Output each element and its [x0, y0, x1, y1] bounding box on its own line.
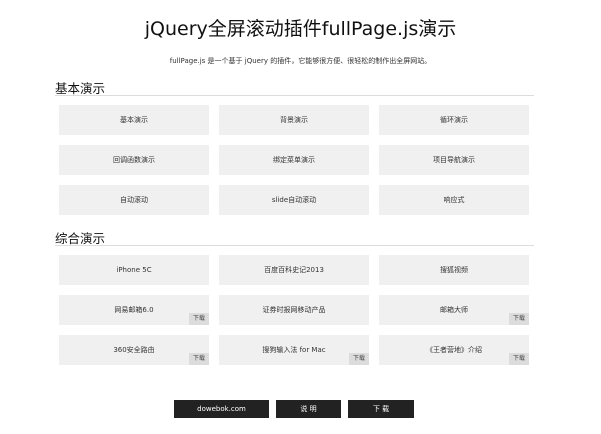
download-tag[interactable]: 下载 — [189, 353, 209, 365]
demo-link-label: 邮箱大师 — [440, 306, 468, 314]
help-button[interactable]: 说 明 — [276, 400, 341, 418]
demo-link-sogou-mac[interactable]: 搜狗输入法 for Mac 下载 — [219, 335, 369, 365]
demo-link-iphone5c[interactable]: iPhone 5C — [59, 255, 209, 285]
page-subtitle: fullPage.js 是一个基于 jQuery 的插件，它能够很方便、很轻松的… — [169, 57, 432, 65]
demo-link-netease-mail[interactable]: 网易邮箱6.0 下载 — [59, 295, 209, 325]
demo-link-360-router[interactable]: 360安全路由下载 — [59, 335, 209, 365]
download-tag[interactable]: 下载 — [349, 353, 369, 365]
demo-link-responsive[interactable]: 响应式 — [379, 185, 529, 215]
demo-link-label: 项目导航演示 — [433, 156, 475, 164]
demo-link-mail-master[interactable]: 邮箱大师下载 — [379, 295, 529, 325]
demo-link-baidu-baike[interactable]: 百度百科史记2013 — [219, 255, 369, 285]
download-tag[interactable]: 下载 — [509, 313, 529, 325]
section-divider-combined — [55, 245, 534, 246]
demo-link-navigation[interactable]: 项目导航演示 — [379, 145, 529, 175]
demo-link-label: iPhone 5C — [116, 266, 152, 274]
demo-link-label: 网易邮箱6.0 — [114, 306, 154, 314]
demo-link-label: 360安全路由 — [113, 346, 155, 354]
demo-link-label: 《王者营地》介绍 — [426, 346, 482, 354]
demo-link-slide-autoscroll[interactable]: slide自动滚动 — [219, 185, 369, 215]
demo-link-sohu-video[interactable]: 搜狐视频 — [379, 255, 529, 285]
demo-link-label: 回调函数演示 — [113, 156, 155, 164]
demo-link-label: 搜狐视频 — [440, 266, 468, 274]
site-link-button[interactable]: dowebok.com — [174, 400, 269, 418]
download-button[interactable]: 下 载 — [348, 400, 414, 418]
demo-link-background[interactable]: 背景演示 — [219, 105, 369, 135]
demo-link-basic[interactable]: 基本演示 — [59, 105, 209, 135]
demo-link-stcn-mobile[interactable]: 证券时报网移动产品 — [219, 295, 369, 325]
demo-link-label: 循环演示 — [440, 116, 468, 124]
download-tag[interactable]: 下载 — [509, 353, 529, 365]
demo-link-autoscroll[interactable]: 自动滚动 — [59, 185, 209, 215]
section-divider-basic — [55, 95, 534, 96]
demo-link-label: 绑定菜单演示 — [273, 156, 315, 164]
demo-link-callback[interactable]: 回调函数演示 — [59, 145, 209, 175]
demo-link-label: 基本演示 — [120, 116, 148, 124]
demo-link-loop[interactable]: 循环演示 — [379, 105, 529, 135]
demo-link-label: 响应式 — [443, 196, 465, 204]
demo-link-menu[interactable]: 绑定菜单演示 — [219, 145, 369, 175]
demo-link-label: 证券时报网移动产品 — [262, 306, 326, 314]
demo-link-label: 百度百科史记2013 — [264, 266, 324, 274]
demo-link-label: 搜狗输入法 for Mac — [262, 346, 326, 354]
demo-link-king-camp[interactable]: 《王者营地》介绍下载 — [379, 335, 529, 365]
demo-link-label: 背景演示 — [280, 116, 308, 124]
demo-link-label: 自动滚动 — [120, 196, 148, 204]
download-tag[interactable]: 下载 — [189, 313, 209, 325]
demo-link-label: slide自动滚动 — [271, 196, 317, 204]
page-title: jQuery全屏滚动插件fullPage.js演示 — [144, 18, 457, 40]
